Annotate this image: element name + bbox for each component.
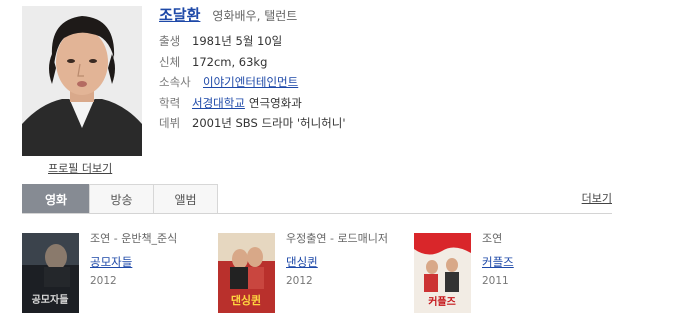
detail-label: 소속사 xyxy=(159,75,191,90)
detail-label: 신체 xyxy=(159,54,181,69)
detail-agency: 소속사 이야기엔터테인먼트 xyxy=(159,72,345,93)
film-year: 2011 xyxy=(482,275,509,287)
profile-more-link[interactable]: 프로필 더보기 xyxy=(48,160,112,176)
film-year: 2012 xyxy=(286,275,313,287)
detail-value: 172cm, 63kg xyxy=(192,54,268,69)
film-title[interactable]: 공모자들 xyxy=(90,254,132,270)
detail-label: 출생 xyxy=(159,34,181,49)
detail-label: 학력 xyxy=(159,95,181,110)
detail-debut: 데뷔 2001년 SBS 드라마 '허니허니' xyxy=(159,113,345,134)
film-title[interactable]: 커플즈 xyxy=(482,254,514,270)
filmography-more-link[interactable]: 더보기 xyxy=(582,190,612,206)
film-role: 조연 - 운반책_준식 xyxy=(90,232,178,245)
detail-label: 데뷔 xyxy=(159,116,181,131)
film-item: 커플즈 조연 커플즈 2011 xyxy=(414,230,594,325)
tab-album[interactable]: 앨범 xyxy=(153,184,218,213)
film-item: 공모자들 조연 - 운반책_준식 공모자들 2012 xyxy=(22,230,202,325)
film-role: 우정출연 - 로드매니저 xyxy=(286,232,389,245)
school-link[interactable]: 서경대학교 xyxy=(192,95,245,111)
film-item: 댄싱퀸 우정출연 - 로드매니저 댄싱퀸 2012 xyxy=(218,230,398,325)
profile-details: 출생 1981년 5월 10일 신체 172cm, 63kg 소속사 이야기엔터… xyxy=(159,31,345,134)
filmography-tabs: 영화 방송 앨범 더보기 xyxy=(22,184,612,214)
poster-title-text: 댄싱퀸 xyxy=(231,293,261,307)
film-poster[interactable]: 댄싱퀸 xyxy=(218,233,275,313)
detail-body: 신체 172cm, 63kg xyxy=(159,52,345,73)
tab-broadcast[interactable]: 방송 xyxy=(89,184,154,213)
poster-title-text: 공모자들 xyxy=(32,293,69,306)
detail-value: 1981년 5월 10일 xyxy=(192,34,283,49)
film-poster[interactable]: 공모자들 xyxy=(22,233,79,313)
detail-value: 연극영화과 xyxy=(248,95,302,110)
tab-movie[interactable]: 영화 xyxy=(22,184,90,213)
detail-education: 학력 서경대학교 연극영화과 xyxy=(159,93,345,114)
film-list: 공모자들 조연 - 운반책_준식 공모자들 2012 댄싱퀸 우정출연 - 로드… xyxy=(22,230,622,325)
profile-photo[interactable] xyxy=(22,6,142,156)
detail-value: 2001년 SBS 드라마 '허니허니' xyxy=(192,116,346,131)
person-name[interactable]: 조달환 xyxy=(159,4,200,25)
agency-link[interactable]: 이야기엔터테인먼트 xyxy=(203,74,298,90)
film-role: 조연 xyxy=(482,232,503,245)
film-title[interactable]: 댄싱퀸 xyxy=(286,254,318,270)
film-year: 2012 xyxy=(90,275,117,287)
poster-title-text: 커플즈 xyxy=(428,295,456,308)
profile-header: 조달환 영화배우, 탤런트 xyxy=(159,4,297,25)
detail-birth: 출생 1981년 5월 10일 xyxy=(159,31,345,52)
film-poster[interactable]: 커플즈 xyxy=(414,233,471,313)
person-role: 영화배우, 탤런트 xyxy=(212,9,298,23)
